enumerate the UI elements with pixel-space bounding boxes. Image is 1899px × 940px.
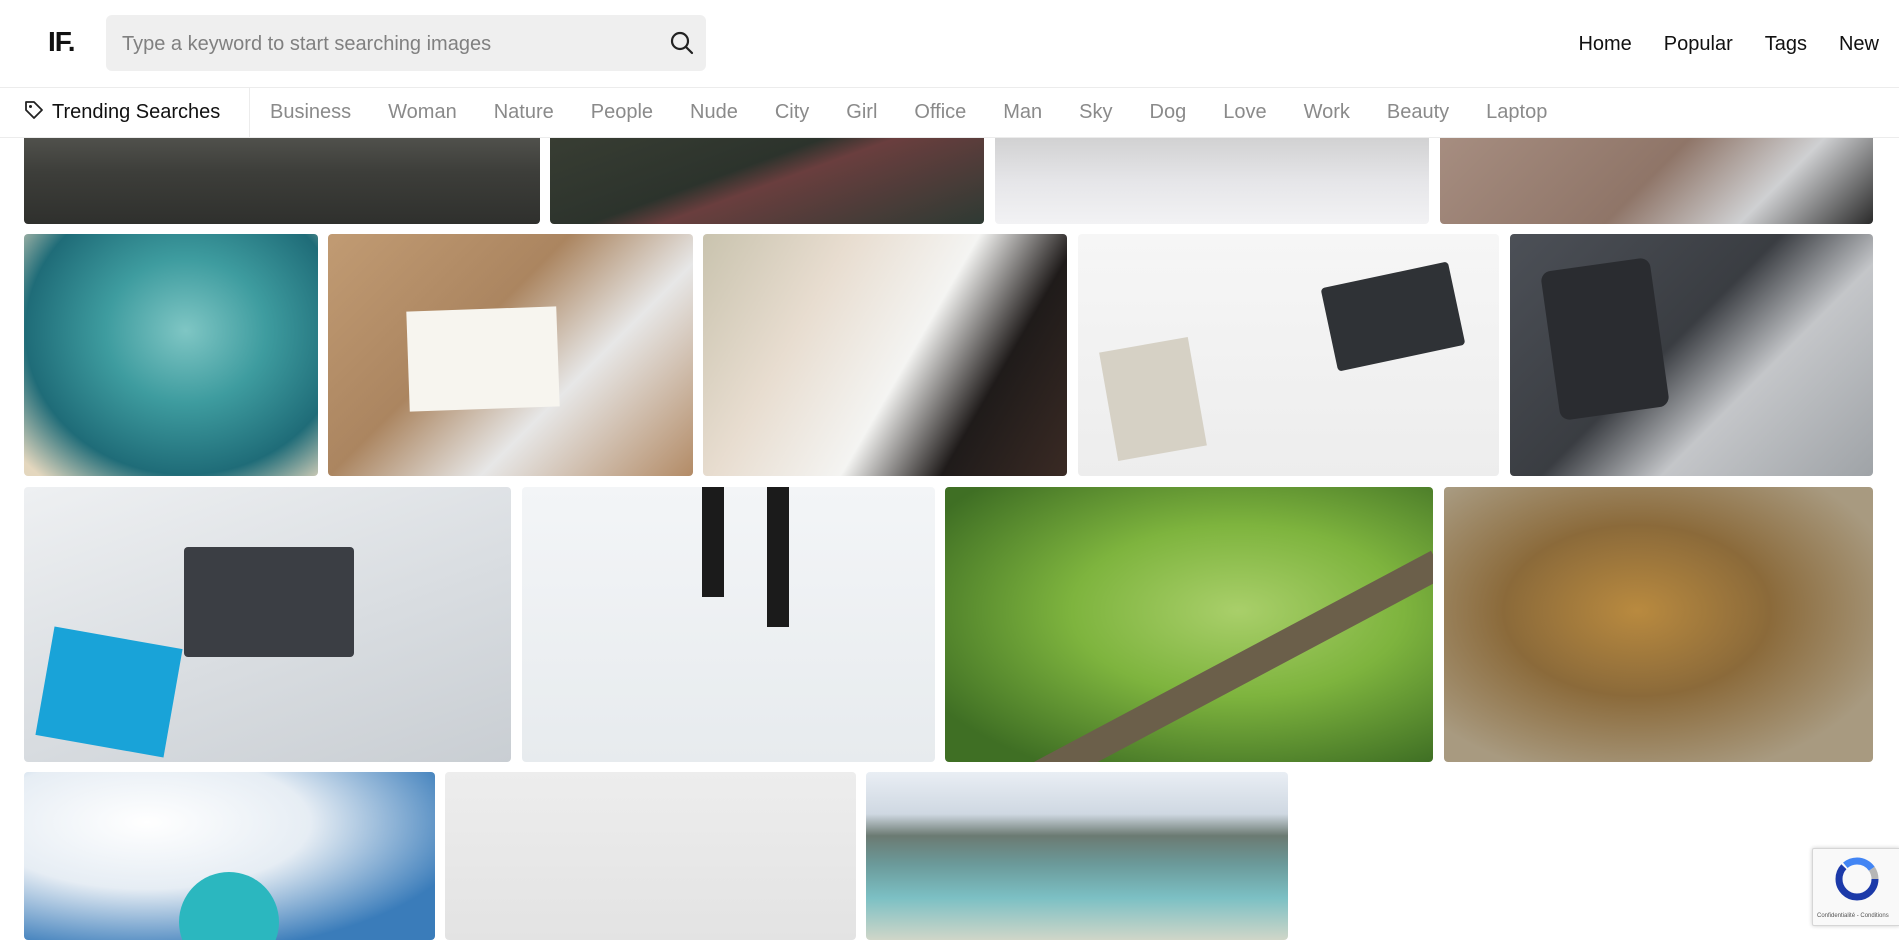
tag-sky[interactable]: Sky	[1079, 101, 1112, 124]
gallery-image[interactable]	[945, 487, 1433, 762]
nav-new[interactable]: New	[1839, 33, 1879, 56]
tag-people[interactable]: People	[591, 101, 653, 124]
tag-love[interactable]: Love	[1223, 101, 1266, 124]
trending-label: Trending Searches	[0, 88, 250, 137]
search-bar	[106, 15, 706, 73]
tag-beauty[interactable]: Beauty	[1387, 101, 1449, 124]
nav-tags[interactable]: Tags	[1765, 33, 1807, 56]
tag-girl[interactable]: Girl	[846, 101, 877, 124]
nav-popular[interactable]: Popular	[1664, 33, 1733, 56]
gallery-image[interactable]	[1444, 487, 1873, 762]
site-logo[interactable]: IF.	[48, 26, 76, 58]
tag-laptop[interactable]: Laptop	[1486, 101, 1547, 124]
boot-shape	[702, 487, 724, 597]
trending-tags: Business Woman Nature People Nude City G…	[270, 88, 1584, 137]
nav-home[interactable]: Home	[1578, 33, 1631, 56]
tag-man[interactable]: Man	[1003, 101, 1042, 124]
tag-work[interactable]: Work	[1304, 101, 1350, 124]
trending-bar: Trending Searches Business Woman Nature …	[0, 88, 1899, 138]
gallery-image[interactable]	[866, 772, 1288, 940]
tag-city[interactable]: City	[775, 101, 809, 124]
tag-dog[interactable]: Dog	[1150, 101, 1187, 124]
balloon-shape	[179, 872, 279, 940]
boot-shape	[767, 487, 789, 627]
gallery-image[interactable]	[1510, 234, 1873, 476]
gallery-image[interactable]	[703, 234, 1067, 476]
main-nav: Home Popular Tags New	[1578, 0, 1899, 88]
gallery-image[interactable]	[24, 772, 435, 940]
recaptcha-badge[interactable]: Confidentialité - Conditions	[1812, 848, 1899, 926]
gallery-image[interactable]	[522, 487, 935, 762]
tag-nature[interactable]: Nature	[494, 101, 554, 124]
tag-office[interactable]: Office	[914, 101, 966, 124]
recaptcha-logo-icon	[1835, 857, 1879, 906]
branch-shape	[1024, 550, 1433, 762]
notebook-shape	[406, 306, 560, 412]
gallery-image[interactable]	[328, 234, 693, 476]
trending-label-text: Trending Searches	[52, 101, 221, 123]
gallery-image[interactable]	[24, 234, 318, 476]
search-input[interactable]	[120, 15, 664, 73]
tag-woman[interactable]: Woman	[388, 101, 457, 124]
laptop-shape	[184, 547, 354, 657]
gallery-image[interactable]	[24, 487, 511, 762]
gallery-image[interactable]	[445, 772, 856, 940]
tag-icon	[24, 100, 44, 125]
blue-folder-shape	[35, 626, 183, 758]
newspaper-shape	[1099, 337, 1207, 461]
gallery-image[interactable]	[1078, 234, 1499, 476]
recaptcha-terms[interactable]: Confidentialité - Conditions	[1817, 913, 1889, 919]
laptop-shape	[1320, 261, 1466, 372]
search-icon[interactable]	[668, 29, 696, 57]
tag-business[interactable]: Business	[270, 101, 351, 124]
tag-nude[interactable]: Nude	[690, 101, 738, 124]
top-header: IF. Home Popular Tags New	[0, 0, 1899, 88]
tablet-shape	[1540, 257, 1670, 421]
